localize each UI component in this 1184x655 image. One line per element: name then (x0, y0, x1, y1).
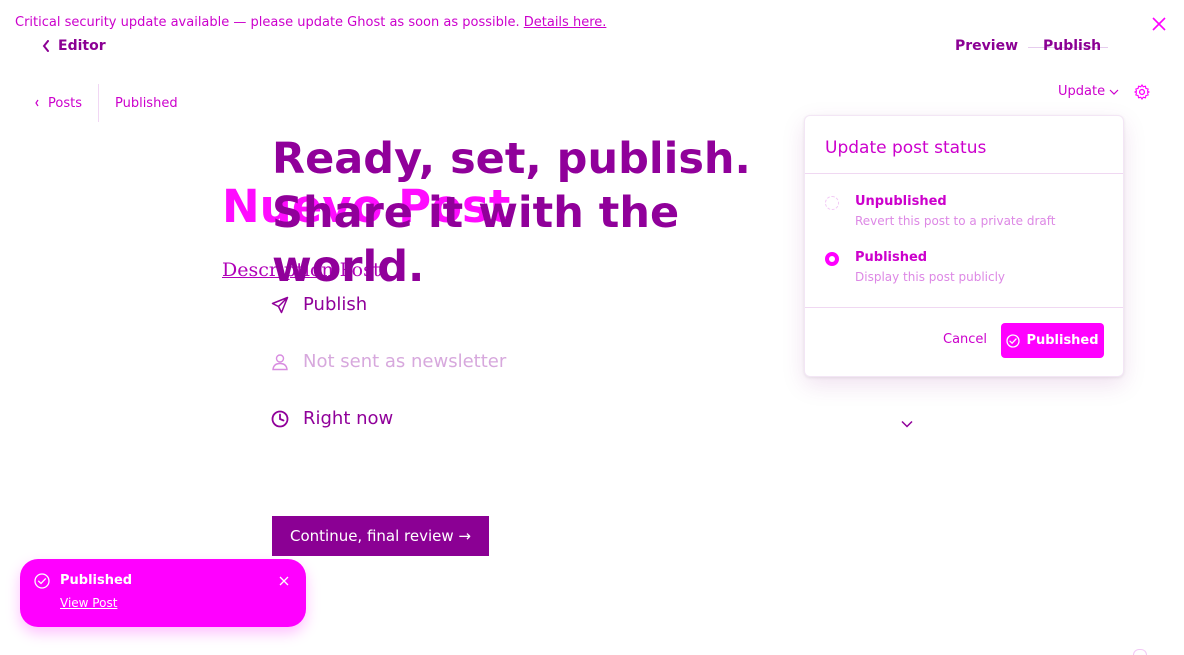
publish-headline: Ready, set, publish. Share it with the w… (272, 132, 832, 294)
preview-button[interactable]: Preview (955, 38, 1018, 54)
view-post-link[interactable]: View Post (60, 596, 117, 610)
chevron-left-icon (35, 99, 39, 107)
status-option-description: Revert this post to a private draft (855, 214, 1056, 228)
radio-unselected-icon (825, 196, 839, 210)
close-icon[interactable] (1150, 15, 1168, 33)
security-banner-message: Critical security update available — ple… (15, 15, 520, 30)
user-icon (272, 353, 288, 370)
help-icon[interactable] (1133, 649, 1147, 655)
toast-title: Published (60, 573, 133, 588)
breadcrumb: Posts Published (34, 84, 178, 122)
back-to-editor-button[interactable]: Editor (42, 38, 106, 54)
update-status-panel: Update post status Unpublished Revert th… (804, 115, 1124, 377)
published-toast: Published View Post (20, 559, 306, 627)
newsletter-option: Not sent as newsletter (271, 351, 506, 372)
schedule-label: Right now (303, 408, 394, 429)
check-circle-icon (34, 573, 50, 589)
radio-selected-icon (825, 252, 839, 266)
back-to-editor-label: Editor (58, 38, 106, 54)
security-banner: Critical security update available — ple… (15, 15, 606, 30)
breadcrumb-separator (97, 84, 99, 122)
close-icon[interactable] (278, 575, 290, 587)
publish-button[interactable]: Publish (1043, 38, 1101, 54)
publish-headline-line2: Share it with the world. (272, 188, 680, 292)
panel-divider (805, 173, 1123, 174)
confirm-published-label: Published (1026, 333, 1099, 348)
breadcrumb-posts-label: Posts (48, 95, 82, 111)
gear-icon[interactable] (1133, 83, 1151, 101)
status-option-label: Unpublished (855, 194, 947, 209)
update-menu-label: Update (1058, 84, 1106, 99)
security-banner-link[interactable]: Details here. (524, 15, 607, 30)
cancel-button[interactable]: Cancel (943, 332, 987, 347)
status-option-label: Published (855, 250, 928, 265)
clock-icon (271, 410, 289, 427)
publish-type-label: Publish (303, 294, 368, 315)
chevron-down-icon (1109, 89, 1119, 95)
chevron-down-icon[interactable] (900, 417, 914, 431)
chevron-left-icon (42, 40, 49, 52)
status-panel-title: Update post status (825, 138, 987, 158)
update-menu-button[interactable]: Update (1058, 84, 1119, 99)
send-icon (271, 296, 289, 313)
continue-final-review-button[interactable]: Continue, final review → (272, 516, 489, 556)
breadcrumb-status: Published (114, 95, 178, 111)
schedule-option[interactable]: Right now (271, 408, 393, 429)
status-option-description: Display this post publicly (855, 270, 1006, 284)
breadcrumb-posts[interactable]: Posts (34, 96, 82, 111)
check-circle-icon (1006, 333, 1021, 348)
panel-divider (805, 307, 1123, 308)
newsletter-label: Not sent as newsletter (303, 351, 507, 372)
publish-type-option[interactable]: Publish (271, 294, 367, 315)
publish-headline-line1: Ready, set, publish. (272, 134, 751, 184)
confirm-published-button[interactable]: Published (1001, 323, 1104, 358)
